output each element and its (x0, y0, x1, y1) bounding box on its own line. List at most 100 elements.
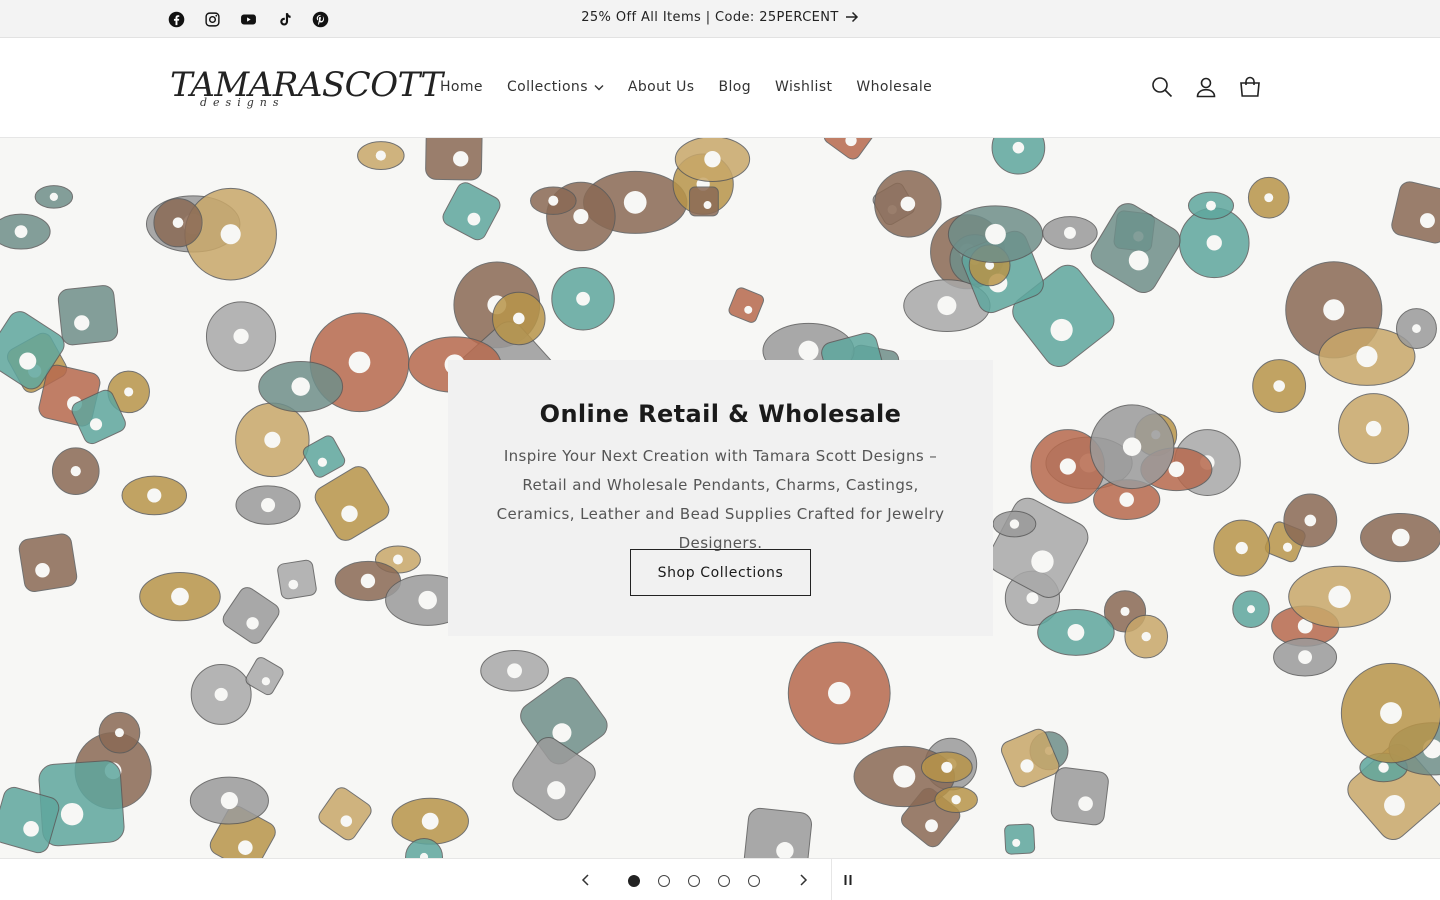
charm-hole (1067, 623, 1085, 641)
charm-shape (689, 186, 719, 217)
charm-hole (89, 418, 103, 431)
hero-content-card: Online Retail & Wholesale Inspire Your N… (448, 360, 993, 636)
charm-hole (453, 151, 469, 167)
charm-hole (147, 488, 162, 503)
chevron-left-icon[interactable] (574, 868, 598, 892)
charm-hole (1120, 606, 1130, 616)
charm-hole (260, 498, 276, 513)
charm-hole (60, 802, 84, 826)
logo-tagline: designs (200, 96, 285, 109)
charm-hole (937, 296, 957, 316)
charm-hole (35, 563, 50, 578)
charm-hole (49, 192, 58, 202)
slide-dot-5[interactable] (748, 875, 760, 887)
charm-hole (1380, 702, 1402, 724)
charm-hole (1384, 794, 1405, 816)
charm-hole (1141, 631, 1151, 642)
charm-hole (233, 328, 249, 345)
charm-hole (1168, 461, 1185, 478)
announcement-text: 25% Off All Items | Code: 25PERCENT (581, 10, 839, 25)
charm-hole (985, 223, 1006, 245)
charm-hole (418, 590, 437, 610)
charm-hole (1020, 759, 1034, 773)
charm-hole (513, 312, 525, 325)
site-logo[interactable]: TAMARASCOTT designs (170, 65, 443, 115)
charm-hole (925, 819, 938, 833)
arrow-right-icon (845, 11, 859, 27)
charm-hole (1365, 420, 1382, 437)
header-icons (1150, 75, 1262, 99)
nav-label: About Us (627, 79, 695, 95)
charm-hole (1412, 324, 1421, 333)
nav-label: Wishlist (775, 79, 833, 95)
announcement-promo-link[interactable]: 25% Off All Items | Code: 25PERCENT (0, 10, 1440, 27)
charm-hole (1235, 541, 1248, 555)
charm-shape (57, 285, 119, 346)
charm-hole (1304, 514, 1317, 527)
cart-icon[interactable] (1238, 75, 1262, 99)
slider-divider (831, 859, 832, 900)
nav-wholesale[interactable]: Wholesale (844, 77, 944, 97)
charm-hole (264, 431, 281, 448)
nav-collections[interactable]: Collections (495, 77, 616, 97)
charm-hole (828, 681, 851, 705)
charm-hole (14, 225, 28, 238)
slide-dot-2[interactable] (658, 875, 670, 887)
charm-hole (951, 795, 961, 805)
charm-hole (1391, 528, 1410, 547)
charm-hole (19, 352, 37, 370)
charm-hole (1264, 193, 1274, 203)
nav-blog[interactable]: Blog (707, 77, 764, 97)
charm-shape (1050, 767, 1109, 826)
charm-hole (261, 677, 271, 686)
search-icon[interactable] (1150, 75, 1174, 99)
charm-hole (900, 196, 916, 212)
charm-hole (1282, 542, 1293, 552)
charm-shape (18, 533, 78, 592)
announcement-bar: 25% Off All Items | Code: 25PERCENT (0, 0, 1440, 38)
pause-icon[interactable] (836, 868, 860, 892)
charm-hole (375, 150, 386, 161)
nav-label: Home (440, 79, 483, 95)
slide-dot-1[interactable] (628, 875, 640, 887)
charm-hole (1356, 346, 1378, 368)
charm-hole (74, 315, 90, 331)
charm-shape (277, 559, 317, 600)
charm-hole (623, 191, 647, 214)
charm-hole (1122, 437, 1142, 456)
charm-hole (288, 579, 299, 590)
charm-hole (1012, 141, 1025, 154)
charm-hole (1247, 605, 1256, 614)
slide-dot-4[interactable] (718, 875, 730, 887)
charm-hole (704, 150, 721, 168)
charm-hole (1273, 380, 1285, 392)
charm-hole (1012, 838, 1021, 847)
charm-hole (220, 792, 238, 810)
charm-hole (1298, 650, 1313, 665)
charm-hole (893, 765, 916, 788)
shop-collections-button[interactable]: Shop Collections (630, 549, 811, 596)
charm-hole (114, 728, 124, 738)
nav-about-us[interactable]: About Us (616, 77, 707, 97)
charm-shape (1004, 823, 1036, 855)
slide-dots (628, 875, 760, 887)
account-icon[interactable] (1194, 75, 1218, 99)
hero-title: Online Retail & Wholesale (539, 400, 902, 428)
charm-hole (941, 761, 953, 773)
charm-hole (576, 291, 590, 306)
charm-hole (1026, 592, 1039, 605)
chevron-right-icon[interactable] (791, 868, 815, 892)
slide-dot-3[interactable] (688, 875, 700, 887)
charm-hole (246, 617, 259, 630)
charm-hole (1063, 226, 1076, 239)
nav-home[interactable]: Home (428, 77, 495, 97)
charm-hole (573, 208, 589, 225)
charm-hole (1328, 585, 1351, 608)
charm-hole (421, 812, 439, 830)
charm-hole (1323, 299, 1345, 321)
charm-hole (291, 377, 310, 396)
charm-hole (1206, 200, 1216, 211)
charm-hole (744, 305, 753, 314)
nav-wishlist[interactable]: Wishlist (763, 77, 844, 97)
charm-hole (467, 212, 481, 226)
